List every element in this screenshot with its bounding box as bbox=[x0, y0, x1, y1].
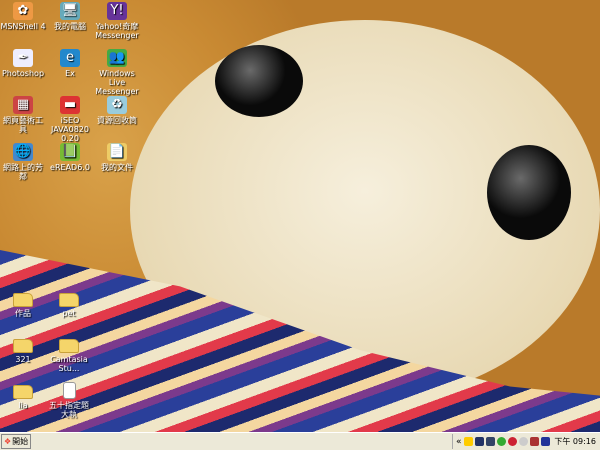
icon-label: 網頁藝術工具 bbox=[3, 116, 43, 134]
icon-label: 321 bbox=[15, 355, 31, 364]
network-error-icon[interactable] bbox=[474, 437, 484, 446]
app-icon: ✿ bbox=[13, 2, 33, 20]
app-icon: ♻ bbox=[107, 96, 127, 114]
folder-item[interactable]: 321 bbox=[0, 336, 46, 364]
show-hidden-icons-button[interactable]: « bbox=[456, 437, 462, 447]
icon-label: Windows Live Messenger bbox=[95, 69, 139, 96]
desktop-icon[interactable]: ♻ 資源回收筒 bbox=[94, 96, 140, 125]
taskbar: ❖ 開始 « 下午 09:16 bbox=[0, 432, 600, 450]
desktop-icon[interactable]: e Ex bbox=[47, 49, 93, 78]
desktop-icon[interactable]: Y! Yahoo!奇摩 Messenger bbox=[94, 2, 140, 40]
app-icon: ▬ bbox=[60, 96, 80, 114]
folder-item[interactable]: Camtasia Stu... bbox=[46, 336, 92, 373]
network-icon[interactable] bbox=[485, 437, 495, 446]
icon-label: Ex bbox=[65, 69, 75, 78]
icon-label: MSNShell 4 bbox=[0, 22, 46, 31]
app-icon: 🌐 bbox=[13, 143, 33, 161]
icon-label: 我的電腦 bbox=[54, 22, 86, 31]
app-icon: ▦ bbox=[13, 96, 33, 114]
icon-label: 資源回收筒 bbox=[97, 116, 137, 125]
monitor-error-icon[interactable] bbox=[529, 437, 539, 446]
desktop-icon[interactable]: 📗 eREAD6.0 bbox=[47, 143, 93, 172]
bear-eye-left bbox=[215, 45, 303, 117]
icon-label: 網路上的芳鄰 bbox=[3, 163, 43, 181]
folder-item[interactable]: 作品 bbox=[0, 290, 46, 318]
folder-icon bbox=[13, 293, 33, 307]
icon-label: 作品 bbox=[15, 309, 31, 318]
folder-icon bbox=[13, 339, 33, 353]
start-button[interactable]: ❖ 開始 bbox=[1, 434, 31, 449]
clock[interactable]: 下午 09:16 bbox=[554, 436, 596, 447]
icon-label: lia bbox=[18, 401, 28, 410]
start-label: 開始 bbox=[12, 437, 29, 446]
folder-item[interactable]: pet bbox=[46, 290, 92, 318]
app-icon: 🖥 bbox=[60, 2, 80, 20]
desktop-icon[interactable]: ✒ Photoshop bbox=[0, 49, 46, 78]
document-icon bbox=[62, 382, 76, 399]
app-icon: 📄 bbox=[107, 143, 127, 161]
folder-icon bbox=[59, 293, 79, 307]
icon-label: iSEO JAVA0820 0.20 bbox=[51, 116, 89, 143]
windows-logo-icon: ❖ bbox=[4, 437, 12, 446]
antivirus-icon[interactable] bbox=[507, 437, 517, 446]
desktop-icon[interactable]: 🌐 網路上的芳鄰 bbox=[0, 143, 46, 181]
app-icon: e bbox=[60, 49, 80, 67]
shield-icon[interactable] bbox=[463, 437, 473, 446]
app-icon: 📗 bbox=[60, 143, 80, 161]
desktop-icon[interactable]: ▦ 網頁藝術工具 bbox=[0, 96, 46, 134]
desktop-icon[interactable]: ✿ MSNShell 4 bbox=[0, 2, 46, 31]
app-icon: Y! bbox=[107, 2, 127, 20]
icon-label: Camtasia Stu... bbox=[50, 355, 88, 373]
folder-icon bbox=[13, 385, 33, 399]
desktop-icon[interactable]: ▬ iSEO JAVA0820 0.20 bbox=[47, 96, 93, 143]
desktop-icon[interactable]: 👥 Windows Live Messenger bbox=[94, 49, 140, 96]
document-icon-item[interactable]: 五十指定題大執 bbox=[46, 382, 92, 419]
icon-label: pet bbox=[62, 309, 76, 318]
bear-eye-right bbox=[487, 145, 571, 240]
desktop-icon[interactable]: 🖥 我的電腦 bbox=[47, 2, 93, 31]
chat-icon[interactable] bbox=[518, 437, 528, 446]
folder-icon bbox=[59, 339, 79, 353]
icon-label: 五十指定題大執 bbox=[49, 401, 89, 419]
icon-label: Yahoo!奇摩 Messenger bbox=[95, 22, 139, 40]
app-icon: 👥 bbox=[107, 49, 127, 67]
app-icon: ✒ bbox=[13, 49, 33, 67]
user-icon[interactable] bbox=[496, 437, 506, 446]
icon-label: Photoshop bbox=[1, 69, 45, 78]
desktop-icon[interactable]: 📄 我的文件 bbox=[94, 143, 140, 172]
icon-label: 我的文件 bbox=[101, 163, 133, 172]
system-tray: « 下午 09:16 bbox=[452, 434, 600, 449]
book-icon[interactable] bbox=[540, 437, 550, 446]
icon-label: eREAD6.0 bbox=[50, 163, 90, 172]
folder-item[interactable]: lia bbox=[0, 382, 46, 410]
